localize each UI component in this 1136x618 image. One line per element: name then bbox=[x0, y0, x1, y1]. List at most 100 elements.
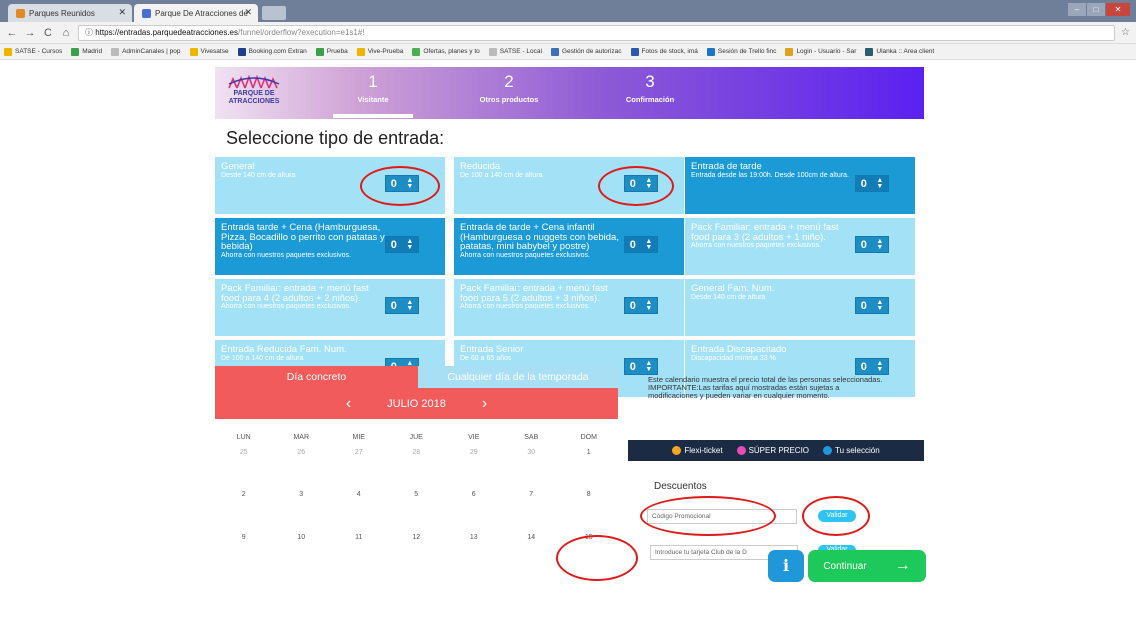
calendar-day[interactable]: 28 bbox=[388, 449, 446, 456]
ticket-quantity-stepper[interactable]: 0 ▲▼ bbox=[855, 297, 889, 314]
stepper-arrows-icon[interactable]: ▲▼ bbox=[645, 299, 652, 312]
bookmark-icon bbox=[706, 47, 715, 56]
calendar-day[interactable]: 27 bbox=[330, 449, 388, 456]
ticket-quantity-stepper[interactable]: 0 ▲▼ bbox=[855, 236, 889, 253]
ticket-name: Entrada de tarde bbox=[691, 161, 762, 172]
logo-line-2: ATRACCIONES bbox=[228, 98, 280, 105]
prev-month-icon[interactable]: ‹ bbox=[346, 395, 351, 413]
stepper-arrows-icon[interactable]: ▲▼ bbox=[645, 238, 652, 251]
calendar-day[interactable]: 6 bbox=[445, 491, 503, 498]
browser-tab[interactable]: Parques Reunidos ✕ bbox=[8, 4, 132, 22]
calendar-day[interactable]: 11 bbox=[330, 534, 388, 541]
calendar-day[interactable]: 29 bbox=[445, 449, 503, 456]
stepper-arrows-icon[interactable]: ▲▼ bbox=[406, 299, 413, 312]
calendar-day[interactable]: 5 bbox=[388, 491, 446, 498]
weekday-label: LUN bbox=[236, 434, 251, 441]
maximize-icon[interactable]: □ bbox=[1087, 3, 1105, 16]
stepper-arrows-icon[interactable]: ▲▼ bbox=[876, 177, 883, 190]
bookmark-item[interactable]: Sesión de Trello finc bbox=[706, 47, 776, 56]
calendar-day[interactable]: 26 bbox=[273, 449, 331, 456]
bookmark-item[interactable]: Vivesatse bbox=[189, 47, 229, 56]
ticket-description: Ahorra con nuestros paquetes exclusivos. bbox=[460, 303, 590, 310]
ticket-quantity-value: 0 bbox=[390, 238, 397, 251]
bookmark-item[interactable]: SATSE - Cursos bbox=[4, 47, 62, 56]
bookmark-star-icon[interactable]: ☆ bbox=[1121, 27, 1130, 38]
logo-line-1: PARQUE DE bbox=[233, 90, 275, 97]
calendar-week-row: 9 10 11 12 13 14 15 bbox=[215, 534, 618, 541]
stepper-arrows-icon[interactable]: ▲▼ bbox=[876, 299, 883, 312]
calendar-day[interactable]: 4 bbox=[330, 491, 388, 498]
ticket-card: Entrada de tarde Entrada desde las 19:00h… bbox=[685, 157, 915, 214]
info-icon[interactable]: ⓘ bbox=[85, 28, 95, 37]
step-visitante: 1 Visitante bbox=[318, 73, 428, 105]
ticket-name: General bbox=[221, 161, 255, 172]
calendar-note: Este calendario muestra el precio total … bbox=[648, 375, 883, 400]
home-icon[interactable]: ⌂ bbox=[60, 27, 72, 39]
ticket-quantity-stepper[interactable]: 0 ▲▼ bbox=[624, 358, 658, 375]
back-icon[interactable]: ← bbox=[6, 27, 18, 39]
calendar-day[interactable]: 1 bbox=[560, 449, 618, 456]
calendar-day[interactable]: 13 bbox=[445, 534, 503, 541]
bookmark-label: Vivesatse bbox=[200, 48, 229, 55]
annotation-circle bbox=[556, 535, 638, 581]
tab-cualquier-dia[interactable]: Cualquier día de la temporada bbox=[418, 366, 618, 388]
calendar-weekday-header: LUN MAR MIE JUE VIE SAB DOM bbox=[215, 434, 618, 441]
calendar-day[interactable]: 14 bbox=[503, 534, 561, 541]
continue-button[interactable]: Continuar → bbox=[808, 550, 926, 582]
close-window-icon[interactable]: ✕ bbox=[1106, 3, 1130, 16]
calendar-week-row: 25 26 27 28 29 30 1 bbox=[215, 449, 618, 456]
bookmark-item[interactable]: Vive-Prueba bbox=[356, 47, 403, 56]
ticket-quantity-stepper[interactable]: 0 ▲▼ bbox=[855, 175, 889, 192]
bookmark-icon bbox=[189, 47, 198, 56]
ticket-card: Entrada de tarde + Cena infantil (Hambur… bbox=[454, 218, 684, 275]
stepper-arrows-icon[interactable]: ▲▼ bbox=[876, 360, 883, 373]
bookmark-item[interactable]: Madrid bbox=[71, 47, 102, 56]
tab-close-icon[interactable]: ✕ bbox=[118, 7, 126, 18]
ticket-quantity-stepper[interactable]: 0 ▲▼ bbox=[385, 236, 419, 253]
calendar-week-row: 2345678 bbox=[215, 491, 618, 498]
bookmark-item[interactable]: Ulanka :: Area client bbox=[865, 47, 934, 56]
next-month-icon[interactable]: › bbox=[482, 395, 487, 413]
bookmark-item[interactable]: SATSE - Local bbox=[488, 47, 542, 56]
reload-icon[interactable]: C bbox=[42, 27, 54, 39]
stepper-arrows-icon[interactable]: ▲▼ bbox=[645, 360, 652, 373]
checkout-header: PARQUE DE ATRACCIONES 1 Visitante 2 Otro… bbox=[215, 67, 924, 119]
calendar-day[interactable]: 3 bbox=[273, 491, 331, 498]
bookmark-item[interactable]: Prueba bbox=[315, 47, 348, 56]
browser-tab-active[interactable]: Parque De Atracciones de ✕ bbox=[134, 4, 258, 22]
bookmark-item[interactable]: Login - Usuario - Sar bbox=[785, 47, 856, 56]
calendar-day[interactable]: 10 bbox=[273, 534, 331, 541]
calendar-day[interactable]: 7 bbox=[503, 491, 561, 498]
step-number: 3 bbox=[645, 72, 655, 91]
tab-close-icon[interactable]: ✕ bbox=[244, 7, 252, 18]
stepper-arrows-icon[interactable]: ▲▼ bbox=[406, 238, 413, 251]
bookmark-item[interactable]: AdminCanales | pop bbox=[111, 47, 181, 56]
calendar-day[interactable]: 2 bbox=[215, 491, 273, 498]
tab-title: Parque De Atracciones de bbox=[155, 8, 248, 18]
calendar-day[interactable]: 8 bbox=[560, 491, 618, 498]
url-field[interactable]: ⓘ https://entradas.parquedeatracciones.e… bbox=[78, 24, 1116, 41]
bookmark-item[interactable]: Booking.com Extran bbox=[237, 47, 307, 56]
tab-dia-concreto[interactable]: Día concreto bbox=[215, 366, 418, 388]
bookmark-item[interactable]: Ofertas, planes y to bbox=[412, 47, 480, 56]
calendar-day[interactable]: 12 bbox=[388, 534, 446, 541]
page-title: Seleccione tipo de entrada: bbox=[226, 128, 445, 148]
bookmark-item[interactable]: Fotos de stock, imá bbox=[630, 47, 698, 56]
bookmark-item[interactable]: Gestión de autorizac bbox=[550, 47, 622, 56]
stepper-arrows-icon[interactable]: ▲▼ bbox=[876, 238, 883, 251]
forward-icon[interactable]: → bbox=[24, 27, 36, 39]
calendar-day[interactable]: 30 bbox=[503, 449, 561, 456]
new-tab-button[interactable] bbox=[262, 6, 286, 20]
minimize-icon[interactable]: – bbox=[1068, 3, 1086, 16]
ticket-quantity-stepper[interactable]: 0 ▲▼ bbox=[385, 297, 419, 314]
park-logo[interactable]: PARQUE DE ATRACCIONES bbox=[223, 75, 285, 113]
calendar-day[interactable]: 25 bbox=[215, 449, 273, 456]
ticket-card: Pack Familiar: entrada + menú fast food … bbox=[215, 279, 445, 336]
bookmark-label: Fotos de stock, imá bbox=[641, 48, 698, 55]
calendar-day[interactable]: 9 bbox=[215, 534, 273, 541]
info-button[interactable]: i bbox=[768, 550, 804, 582]
ticket-description: Ahorra con nuestros paquetes exclusivos. bbox=[221, 251, 351, 259]
ticket-quantity-stepper[interactable]: 0 ▲▼ bbox=[624, 236, 658, 253]
ticket-quantity-stepper[interactable]: 0 ▲▼ bbox=[624, 297, 658, 314]
ticket-quantity-stepper[interactable]: 0 ▲▼ bbox=[855, 358, 889, 375]
